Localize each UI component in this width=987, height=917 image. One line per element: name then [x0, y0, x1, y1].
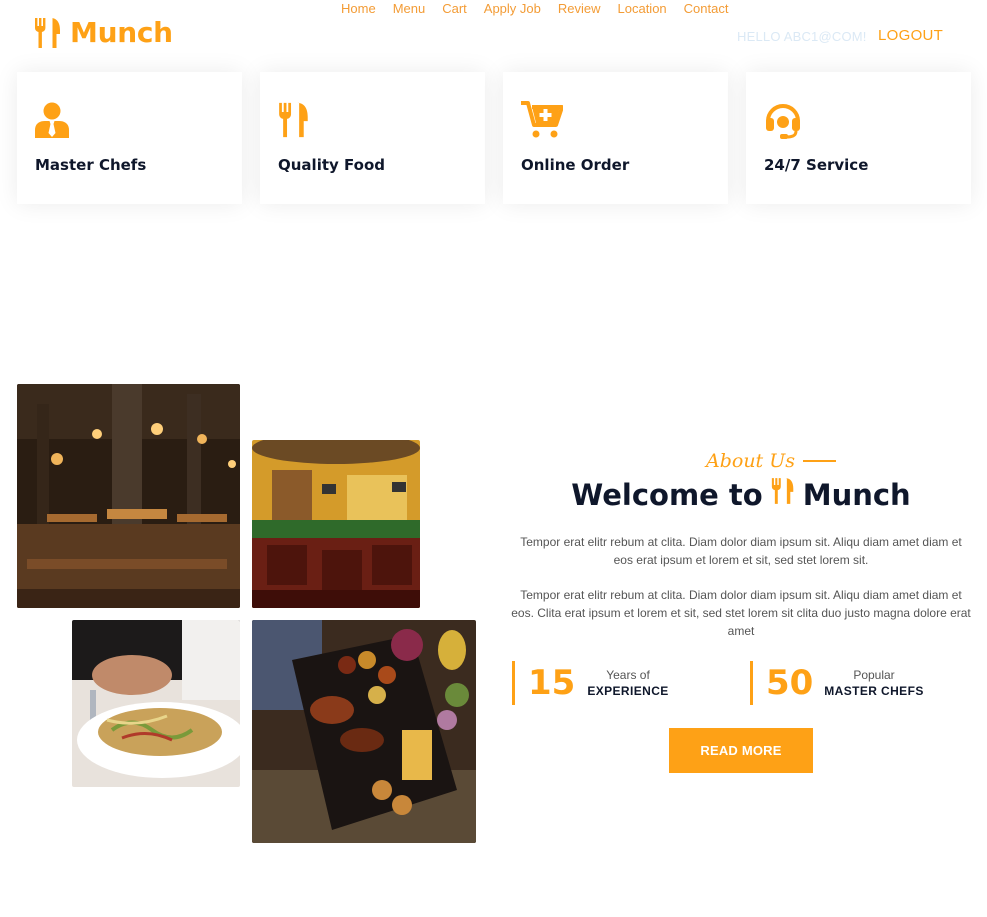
subtitle-divider — [803, 460, 836, 462]
service-title: Master Chefs — [35, 156, 147, 174]
nav-link-menu[interactable]: Menu — [393, 2, 426, 16]
services-row: Master Chefs Quality Food Online Order 2… — [17, 72, 971, 204]
service-title: Quality Food — [278, 156, 385, 174]
logout-link[interactable]: LOGOUT — [878, 27, 943, 44]
about-paragraph-1: Tempor erat elitr rebum at clita. Diam d… — [520, 535, 962, 567]
nav-link-location[interactable]: Location — [618, 2, 667, 16]
brand-name: Munch — [70, 16, 173, 49]
stat-label-bottom: EXPERIENCE — [587, 684, 669, 698]
stat-number: 15 — [528, 663, 576, 703]
stats-row: 15 Years of EXPERIENCE 50 Popular MASTER… — [512, 661, 972, 705]
headset-icon — [764, 100, 953, 140]
top-nav: Home Menu Cart Apply Job Review Location… — [341, 2, 745, 16]
stat-label-top: Popular — [853, 668, 895, 682]
about-subtitle-row: About Us — [571, 450, 971, 472]
utensils-icon — [34, 17, 62, 49]
utensils-icon — [278, 100, 467, 140]
read-more-button[interactable]: READ MORE — [669, 728, 813, 773]
stat-master-chefs: 50 Popular MASTER CHEFS — [750, 661, 972, 705]
brand-logo[interactable]: Munch — [34, 16, 173, 49]
utensils-icon — [771, 476, 795, 513]
service-card-quality-food[interactable]: Quality Food — [260, 72, 485, 204]
service-card-online-order[interactable]: Online Order — [503, 72, 728, 204]
stat-label-bottom: MASTER CHEFS — [824, 684, 924, 698]
nav-link-contact[interactable]: Contact — [684, 2, 729, 16]
nav-link-apply-job[interactable]: Apply Job — [484, 2, 541, 16]
pasta-plate-photo — [72, 620, 240, 787]
service-card-24-7-service[interactable]: 24/7 Service — [746, 72, 971, 204]
about-heading: Welcome to Munch — [511, 476, 971, 513]
stat-experience: 15 Years of EXPERIENCE — [512, 661, 742, 705]
about-paragraph-2: Tempor erat elitr rebum at clita. Diam d… — [511, 588, 971, 638]
nav-link-cart[interactable]: Cart — [442, 2, 467, 16]
nav-link-review[interactable]: Review — [558, 2, 601, 16]
service-card-master-chefs[interactable]: Master Chefs — [17, 72, 242, 204]
food-platter-photo — [252, 620, 476, 843]
about-section: About Us Welcome to Munch Tempor erat el… — [511, 450, 971, 640]
user-tie-icon — [35, 100, 224, 140]
nav-link-home[interactable]: Home — [341, 2, 376, 16]
stat-label-top: Years of — [606, 668, 650, 682]
stat-number: 50 — [766, 663, 814, 703]
heading-brand: Munch — [802, 477, 911, 512]
about-subtitle: About Us — [706, 450, 795, 472]
service-title: Online Order — [521, 156, 630, 174]
restaurant-interior-photo — [17, 384, 240, 608]
user-greeting: HELLO ABC1@COM! — [737, 29, 867, 44]
heading-prefix: Welcome to — [571, 477, 763, 512]
service-title: 24/7 Service — [764, 156, 869, 174]
dining-room-photo — [252, 440, 420, 608]
cart-plus-icon — [521, 100, 710, 140]
